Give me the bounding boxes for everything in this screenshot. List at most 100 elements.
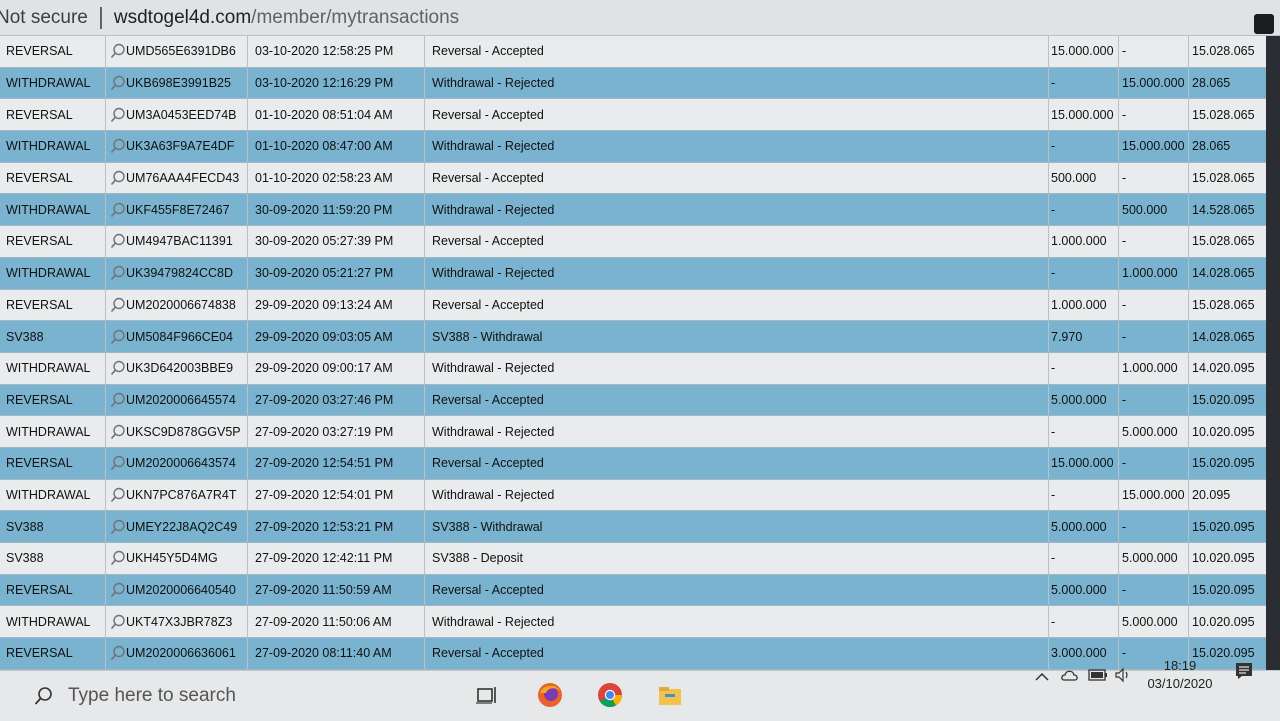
transaction-id-link[interactable]: UMD565E6391DB6 bbox=[110, 36, 248, 67]
chrome-icon[interactable] bbox=[596, 681, 624, 709]
transaction-credit: - bbox=[1118, 384, 1188, 416]
magnifier-icon[interactable] bbox=[110, 519, 126, 535]
transaction-debit: 7.970 bbox=[1048, 321, 1118, 352]
chevron-up-icon[interactable] bbox=[1034, 669, 1050, 685]
transaction-id-link[interactable]: UMEY22J8AQ2C49 bbox=[110, 511, 248, 542]
transaction-balance: 14.528.065 bbox=[1188, 194, 1258, 226]
transaction-credit: - bbox=[1118, 36, 1188, 67]
magnifier-icon[interactable] bbox=[110, 138, 126, 154]
transaction-date: 30-09-2020 05:21:27 PM bbox=[255, 257, 425, 289]
table-row: WITHDRAWAL UKF455F8E72467 30-09-2020 11:59… bbox=[0, 194, 1266, 227]
transaction-id-link[interactable]: UKSC9D878GGV5P bbox=[110, 416, 248, 447]
transaction-balance: 14.028.065 bbox=[1188, 257, 1258, 289]
firefox-icon[interactable] bbox=[536, 681, 564, 709]
transaction-description: Reversal - Accepted bbox=[432, 107, 544, 122]
transaction-date: 27-09-2020 08:11:40 AM bbox=[255, 638, 425, 669]
table-row: SV388 UKH45Y5D4MG 27-09-2020 12:42:11 PM SV… bbox=[0, 543, 1266, 575]
magnifier-icon[interactable] bbox=[110, 455, 126, 471]
magnifier-icon[interactable] bbox=[110, 614, 126, 630]
transaction-balance: 15.020.095 bbox=[1188, 447, 1258, 479]
transaction-date: 27-09-2020 11:50:59 AM bbox=[255, 574, 425, 606]
magnifier-icon[interactable] bbox=[110, 265, 126, 281]
transaction-id-link[interactable]: UK3D642003BBE9 bbox=[110, 352, 248, 384]
transaction-id: UMEY22J8AQ2C49 bbox=[126, 519, 238, 534]
transaction-debit: - bbox=[1048, 194, 1118, 226]
transaction-type: REVERSAL bbox=[6, 99, 106, 131]
magnifier-icon[interactable] bbox=[110, 329, 126, 345]
transaction-id-link[interactable]: UM2020006640540 bbox=[110, 574, 248, 606]
transaction-id-link[interactable]: UM4947BAC11391 bbox=[110, 226, 248, 257]
magnifier-icon[interactable] bbox=[110, 360, 126, 376]
magnifier-icon[interactable] bbox=[110, 645, 126, 661]
transaction-type: SV388 bbox=[6, 511, 106, 542]
taskbar-search[interactable]: Type here to search bbox=[0, 671, 450, 721]
transaction-id-link[interactable]: UKN7PC876A7R4T bbox=[110, 479, 248, 511]
transaction-balance: 14.028.065 bbox=[1188, 321, 1258, 352]
magnifier-icon[interactable] bbox=[110, 170, 126, 186]
transaction-type: REVERSAL bbox=[6, 162, 106, 194]
notification-icon[interactable] bbox=[1234, 661, 1254, 681]
magnifier-icon[interactable] bbox=[110, 392, 126, 408]
table-row: REVERSAL UM4947BAC11391 30-09-2020 05:27:3… bbox=[0, 226, 1266, 258]
security-indicator[interactable]: Not secure bbox=[0, 7, 88, 29]
transaction-type: WITHDRAWAL bbox=[6, 67, 106, 99]
onedrive-icon[interactable] bbox=[1060, 667, 1080, 683]
transaction-debit: 15.000.000 bbox=[1048, 36, 1118, 67]
transaction-id: UM2020006645574 bbox=[126, 392, 236, 407]
transaction-description: SV388 - Withdrawal bbox=[432, 329, 543, 344]
transaction-date: 01-10-2020 08:47:00 AM bbox=[255, 131, 425, 162]
transaction-id-link[interactable]: UM2020006645574 bbox=[110, 384, 248, 416]
table-row: REVERSAL UM3A0453EED74B 01-10-2020 08:51:0… bbox=[0, 99, 1266, 132]
magnifier-icon[interactable] bbox=[110, 582, 126, 598]
battery-icon[interactable] bbox=[1088, 668, 1108, 682]
close-icon[interactable] bbox=[1254, 14, 1274, 34]
file-explorer-icon[interactable] bbox=[656, 681, 684, 709]
transaction-id: UMD565E6391DB6 bbox=[126, 44, 236, 59]
transaction-id-link[interactable]: UM2020006674838 bbox=[110, 289, 248, 321]
transaction-id-link[interactable]: UM2020006643574 bbox=[110, 447, 248, 479]
volume-icon[interactable] bbox=[1114, 667, 1132, 683]
transaction-credit: - bbox=[1118, 574, 1188, 606]
magnifier-icon[interactable] bbox=[110, 297, 126, 313]
magnifier-icon[interactable] bbox=[110, 233, 126, 249]
task-view-icon[interactable] bbox=[474, 681, 502, 709]
search-icon bbox=[34, 687, 52, 705]
transaction-id-link[interactable]: UKH45Y5D4MG bbox=[110, 543, 248, 574]
transaction-id: UK3D642003BBE9 bbox=[126, 361, 234, 376]
transaction-id-link[interactable]: UM3A0453EED74B bbox=[110, 99, 248, 131]
transaction-credit: 5.000.000 bbox=[1118, 543, 1188, 574]
magnifier-icon[interactable] bbox=[110, 487, 126, 503]
address-bar[interactable]: Not secure wsdtogel4d.com/member/mytrans… bbox=[0, 0, 1280, 36]
transaction-type: REVERSAL bbox=[6, 447, 106, 479]
magnifier-icon[interactable] bbox=[110, 550, 126, 566]
transaction-credit: - bbox=[1118, 162, 1188, 194]
magnifier-icon[interactable] bbox=[110, 424, 126, 440]
transaction-id-link[interactable]: UKF455F8E72467 bbox=[110, 194, 248, 226]
magnifier-icon[interactable] bbox=[110, 107, 126, 123]
transaction-id: UM76AAA4FECD43 bbox=[126, 171, 240, 186]
transaction-debit: - bbox=[1048, 479, 1118, 511]
url-text[interactable]: wsdtogel4d.com/member/mytransactions bbox=[114, 7, 459, 29]
transaction-id-link[interactable]: UM2020006636061 bbox=[110, 638, 248, 669]
transaction-id-link[interactable]: UM76AAA4FECD43 bbox=[110, 162, 248, 194]
transaction-type: SV388 bbox=[6, 321, 106, 352]
transaction-id-link[interactable]: UK3A63F9A7E4DF bbox=[110, 131, 248, 162]
clock-time: 18:19 bbox=[1163, 658, 1197, 673]
magnifier-icon[interactable] bbox=[110, 75, 126, 91]
magnifier-icon[interactable] bbox=[110, 202, 126, 218]
system-clock[interactable]: 18:19 03/10/2020 bbox=[1140, 657, 1220, 693]
transaction-credit: 500.000 bbox=[1118, 194, 1188, 226]
transaction-id-link[interactable]: UKT47X3JBR78Z3 bbox=[110, 606, 248, 638]
transaction-balance: 10.020.095 bbox=[1188, 606, 1258, 638]
transaction-credit: - bbox=[1118, 511, 1188, 542]
transaction-id-link[interactable]: UK39479824CC8D bbox=[110, 257, 248, 289]
transaction-description: Withdrawal - Rejected bbox=[432, 202, 555, 217]
transaction-date: 03-10-2020 12:58:25 PM bbox=[255, 36, 425, 67]
transaction-id-link[interactable]: UKB698E3991B25 bbox=[110, 67, 248, 99]
magnifier-icon[interactable] bbox=[110, 43, 126, 59]
table-row: SV388 UM5084F966CE04 29-09-2020 09:03:05 A… bbox=[0, 321, 1266, 353]
transaction-credit: - bbox=[1118, 289, 1188, 321]
transaction-debit: - bbox=[1048, 131, 1118, 162]
table-row: WITHDRAWAL UKB698E3991B25 03-10-2020 12:16… bbox=[0, 67, 1266, 100]
transaction-id-link[interactable]: UM5084F966CE04 bbox=[110, 321, 248, 352]
